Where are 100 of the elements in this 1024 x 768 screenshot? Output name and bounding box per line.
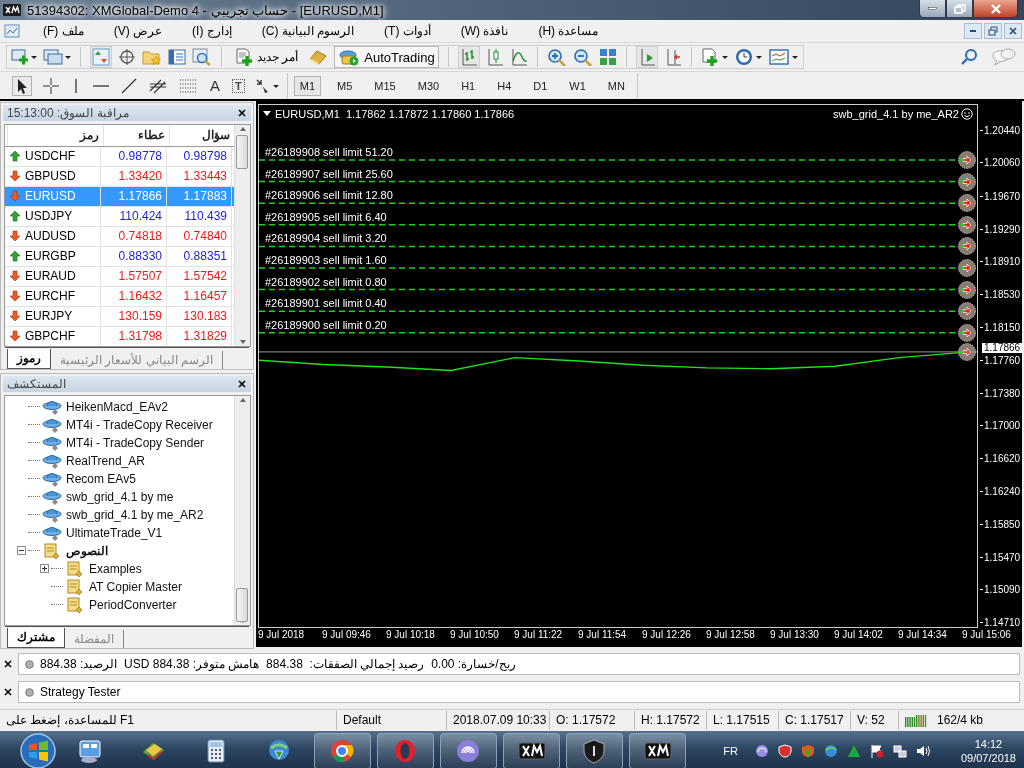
minimize-button[interactable]	[964, 23, 982, 39]
menu-item[interactable]: أدوات (T)	[375, 22, 440, 40]
new-chart-icon[interactable]	[11, 48, 37, 66]
timeframe-tab[interactable]: M5	[331, 75, 359, 96]
tester-magnifier-icon[interactable]	[192, 48, 212, 66]
quote-row[interactable]: EURCHF 1.16432 1.16457	[5, 286, 234, 307]
timeframe-tab[interactable]: W1	[563, 75, 592, 96]
timeframe-tab[interactable]: M30	[411, 75, 446, 96]
expand-icon[interactable]	[40, 564, 49, 574]
menu-item[interactable]: الرسوم البيانية (C)	[252, 22, 364, 40]
start-button-icon[interactable]	[18, 731, 58, 768]
timeframe-tab[interactable]: H1	[455, 75, 482, 96]
label-tool[interactable]: T	[232, 78, 245, 93]
autotrading-button[interactable]: AutoTrading	[334, 46, 439, 68]
line-chart-icon[interactable]	[509, 48, 528, 66]
arrow-right-icon[interactable]	[958, 194, 976, 213]
minimize-button[interactable]	[919, 0, 946, 18]
triangle-icon[interactable]	[846, 744, 861, 758]
dropdown-icon[interactable]	[263, 111, 271, 117]
timeframe-tab[interactable]: M1	[293, 75, 322, 96]
close-button[interactable]	[973, 0, 1018, 18]
quote-row[interactable]: GBPUSD 1.33420 1.33443	[5, 166, 234, 187]
panel-tab[interactable]: رموز	[7, 349, 51, 369]
taskbar-button[interactable]	[440, 733, 497, 768]
globe-icon[interactable]	[823, 744, 838, 758]
quote-row[interactable]: EURGBP 0.88330 0.88351	[5, 246, 234, 267]
tree-item[interactable]: Recom EAv5	[66, 471, 136, 486]
shield-icon[interactable]	[777, 744, 792, 758]
cursor-icon[interactable]	[12, 75, 32, 96]
tree-item[interactable]: Examples	[89, 561, 142, 576]
speaker-icon[interactable]	[915, 744, 930, 758]
quote-row[interactable]: EURAUD 1.57507 1.57542	[5, 266, 234, 287]
close-button[interactable]	[1004, 23, 1022, 39]
quote-row[interactable]: USDJPY 110.424 110.439	[5, 206, 234, 227]
menu-item[interactable]: إدارج (I)	[183, 22, 241, 40]
arrow-right-icon[interactable]	[958, 323, 976, 342]
menu-item[interactable]: عرض (V)	[104, 22, 172, 40]
text-tool[interactable]: A	[208, 77, 222, 94]
arrow-right-icon[interactable]	[958, 215, 976, 234]
crosshair-icon[interactable]	[42, 76, 60, 95]
arrow-right-icon[interactable]	[958, 259, 976, 277]
crosshair-icon[interactable]	[118, 48, 136, 66]
clock[interactable]: 14:12 09/07/2018	[960, 737, 1016, 765]
templates-icon[interactable]	[768, 48, 799, 66]
indicators-icon[interactable]	[700, 48, 729, 66]
candlestick-icon[interactable]	[485, 48, 504, 66]
menu-item[interactable]: ملف (F)	[34, 22, 93, 40]
bar-chart-icon[interactable]	[457, 46, 480, 68]
new-order-button[interactable]: أمر جديد	[231, 46, 303, 68]
tree-item[interactable]: swb_grid_4.1 by me	[66, 489, 174, 504]
clock-icon[interactable]	[734, 48, 763, 66]
language-indicator[interactable]: FR	[723, 745, 738, 757]
arrow-right-icon[interactable]	[958, 172, 976, 191]
close-icon[interactable]	[4, 688, 12, 696]
column-header[interactable]: رمز	[7, 124, 103, 146]
taskbar-button[interactable]	[314, 733, 371, 768]
tree-item[interactable]: النصوص	[66, 543, 108, 558]
close-icon[interactable]	[4, 660, 12, 668]
tree-item[interactable]: HeikenMacd_EAv2	[66, 399, 168, 414]
timeframe-tab[interactable]: M15	[368, 75, 402, 96]
network-icon[interactable]	[892, 744, 907, 758]
collapse-icon[interactable]	[17, 546, 26, 556]
search-icon[interactable]	[960, 48, 978, 66]
tree-item[interactable]: RealTrend_AR	[66, 453, 145, 468]
trend-line-icon[interactable]	[120, 76, 138, 95]
menu-item[interactable]: نافذة (W)	[451, 22, 518, 40]
tree-item[interactable]: MT4i - TradeCopy Receiver	[66, 417, 213, 432]
restore-button[interactable]	[984, 23, 1002, 39]
timeframe-tab[interactable]: H4	[491, 75, 518, 96]
taskbar-button[interactable]	[566, 733, 623, 768]
profiles-icon[interactable]	[43, 48, 71, 66]
menu-item[interactable]: مساعدة (H)	[529, 22, 608, 40]
arrow-right-icon[interactable]	[958, 151, 976, 169]
panel-tab[interactable]: مشترك	[7, 628, 65, 648]
document-plus-icon[interactable]	[235, 48, 253, 66]
close-icon[interactable]	[237, 378, 247, 389]
scrollbar-thumb[interactable]	[236, 587, 248, 622]
tree-item[interactable]: MT4i - TradeCopy Sender	[66, 435, 205, 450]
tree-item[interactable]: UltimateTrade_V1	[66, 525, 163, 540]
zoom-in-icon[interactable]	[546, 48, 567, 66]
folder-star-icon[interactable]	[142, 48, 162, 66]
taskbar-button[interactable]	[503, 733, 560, 768]
maximize-button[interactable]	[946, 0, 973, 18]
tree-item[interactable]: PeriodConverter	[89, 597, 177, 612]
arrow-right-icon[interactable]	[958, 280, 976, 299]
zoom-out-icon[interactable]	[572, 48, 593, 66]
market-watch-icon[interactable]	[90, 46, 112, 68]
arrow-right-icon[interactable]	[958, 342, 976, 361]
timeframe-tab[interactable]: MN	[601, 75, 631, 96]
arrow-right-icon[interactable]	[958, 237, 976, 256]
timeframe-tab[interactable]: D1	[527, 75, 554, 96]
list-window-icon[interactable]	[168, 48, 186, 66]
hat-play-icon[interactable]	[338, 48, 361, 66]
tile-windows-icon[interactable]	[598, 48, 617, 66]
taskbar-button[interactable]	[629, 733, 686, 768]
quote-row[interactable]: AUDUSD 0.74818 0.74840	[5, 226, 234, 247]
tree-item[interactable]: swb_grid_4.1 by me_AR2	[66, 507, 204, 522]
ingot-icon[interactable]	[308, 48, 329, 66]
quote-row[interactable]: USDCHF 0.98778 0.98798	[5, 146, 234, 167]
flag-icon[interactable]	[869, 744, 884, 758]
